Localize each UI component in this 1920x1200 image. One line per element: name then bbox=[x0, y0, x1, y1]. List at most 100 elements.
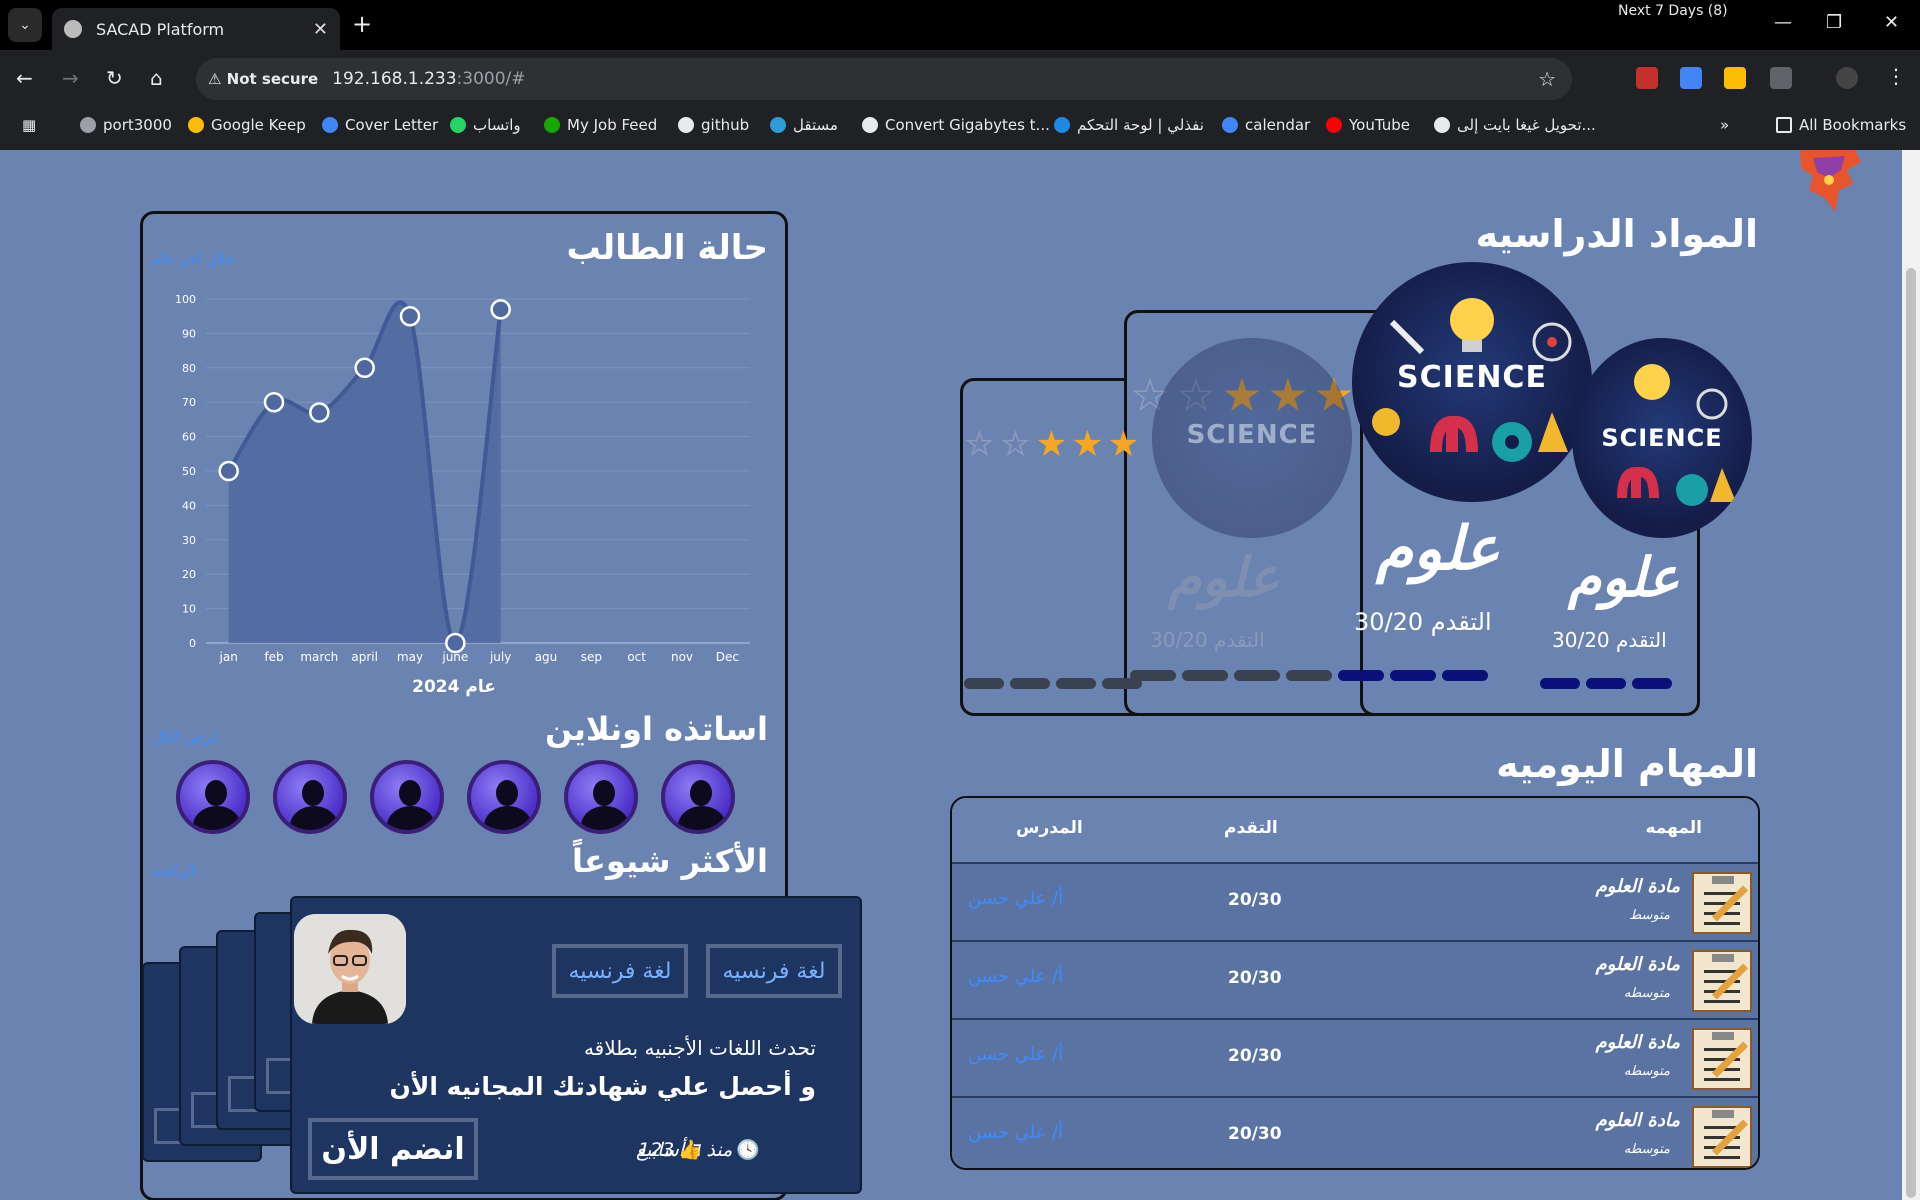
task-teacher-link[interactable]: أ/ علي حسن bbox=[968, 1044, 1063, 1065]
bookmark-item[interactable]: My Job Feed bbox=[544, 116, 657, 134]
trending-link[interactable]: الرائجه bbox=[152, 862, 195, 880]
teacher-avatar[interactable] bbox=[273, 760, 347, 834]
browser-menu-icon[interactable]: ⋮ bbox=[1886, 64, 1906, 88]
table-row[interactable]: مادة العلوم متوسط 20/30 أ/ علي حسن bbox=[952, 862, 1758, 940]
teacher-avatar[interactable] bbox=[176, 760, 250, 834]
tab-search-chevron-icon[interactable]: ⌄ bbox=[8, 8, 42, 42]
progress-segment bbox=[964, 678, 1004, 689]
student-progress-chart: 0 10 20 30 40 50 60 70 80 90 100 jan feb march april m… bbox=[175, 293, 750, 697]
task-level: متوسطه bbox=[1623, 1064, 1670, 1079]
view-all-link[interactable]: عرض الكل bbox=[152, 728, 221, 746]
task-teacher-link[interactable]: أ/ علي حسن bbox=[968, 966, 1063, 987]
back-arrow-icon[interactable]: ← bbox=[16, 66, 33, 90]
chart-data-point bbox=[309, 402, 330, 423]
bookmark-item[interactable]: واتساب bbox=[450, 116, 521, 134]
tag-button-1[interactable]: لغة فرنسيه bbox=[552, 944, 688, 998]
y-tick-label: 80 bbox=[182, 362, 196, 375]
x-tick-label: agu bbox=[535, 650, 558, 664]
browser-tab[interactable]: SACAD Platform ✕ bbox=[52, 8, 340, 50]
bookmark-star-icon[interactable]: ☆ bbox=[1538, 67, 1556, 91]
tab-favicon-icon bbox=[64, 20, 82, 38]
progress-segment bbox=[1286, 670, 1332, 681]
header-task: المهمه bbox=[1645, 818, 1702, 838]
subject-progress-back: التقدم 30/20 bbox=[1150, 628, 1265, 652]
progress-segment bbox=[1540, 678, 1580, 689]
bookmark-item[interactable]: Convert Gigabytes t... bbox=[862, 116, 1050, 134]
science-image-right: SCIENCE bbox=[1572, 338, 1752, 538]
new-tab-plus-icon[interactable]: + bbox=[352, 10, 372, 38]
chart-data-point bbox=[445, 632, 466, 654]
bookmark-item[interactable]: تحويل غيغا بايت إلى... bbox=[1434, 116, 1596, 134]
bookmark-item[interactable]: port3000 bbox=[80, 116, 172, 134]
tag-button-2[interactable]: لغة فرنسيه bbox=[706, 944, 842, 998]
flag-extension-icon[interactable] bbox=[1636, 67, 1658, 89]
chart-x-axis-label: عام 2024 bbox=[412, 677, 496, 697]
featured-course-card[interactable]: لغة فرنسيه لغة فرنسيه تحدث اللغات الأجنب… bbox=[290, 896, 862, 1194]
profile-avatar-icon[interactable] bbox=[1836, 67, 1858, 89]
course-likes[interactable]: 👍 123 bbox=[638, 1138, 702, 1162]
bookmark-item[interactable]: مستقل bbox=[770, 116, 838, 134]
popular-title: الأكثر شيوعاً bbox=[572, 842, 768, 880]
teacher-avatar[interactable] bbox=[564, 760, 638, 834]
address-bar[interactable]: ⚠ Not secure 192.168.1.233 :3000/# ☆ bbox=[196, 58, 1572, 100]
teacher-avatar[interactable] bbox=[661, 760, 735, 834]
table-header: المهمه التقدم المدرس bbox=[952, 798, 1758, 862]
progress-segment bbox=[1130, 670, 1176, 681]
reload-icon[interactable]: ↻ bbox=[106, 66, 123, 90]
bookmark-label: calendar bbox=[1245, 116, 1311, 134]
chart-data-point bbox=[218, 460, 239, 482]
table-row[interactable]: مادة العلوم متوسطه 20/30 أ/ علي حسن bbox=[952, 1096, 1758, 1168]
task-progress: 20/30 bbox=[1228, 1046, 1282, 1066]
translate-extension-icon[interactable] bbox=[1680, 67, 1702, 89]
bookmark-label: تحويل غيغا بايت إلى... bbox=[1457, 116, 1596, 134]
bookmark-label: مستقل bbox=[793, 116, 838, 134]
course-instructor-photo bbox=[294, 914, 406, 1024]
online-teachers-title: اساتذه اونلاين bbox=[545, 710, 768, 748]
task-title: مادة العلوم bbox=[1595, 954, 1680, 975]
period-link[interactable]: خلال اخر عام bbox=[152, 250, 235, 268]
extensions-puzzle-icon[interactable] bbox=[1770, 67, 1792, 89]
scrollbar-thumb[interactable] bbox=[1906, 268, 1916, 1198]
window-close-icon[interactable]: ✕ bbox=[1884, 12, 1899, 33]
bookmark-item[interactable]: نفذلي | لوحة التحكم bbox=[1054, 116, 1204, 134]
task-title: مادة العلوم bbox=[1595, 1110, 1680, 1131]
task-level: متوسط bbox=[1629, 908, 1670, 923]
bookmark-item[interactable]: github bbox=[678, 116, 749, 134]
forward-arrow-icon[interactable]: → bbox=[62, 66, 79, 90]
minimize-icon[interactable]: — bbox=[1774, 12, 1792, 33]
folder-icon bbox=[1776, 117, 1792, 133]
bookmark-label: Cover Letter bbox=[345, 116, 439, 134]
task-level: متوسطه bbox=[1623, 986, 1670, 1001]
y-tick-label: 100 bbox=[175, 293, 196, 306]
bookmark-item[interactable]: Cover Letter bbox=[322, 116, 438, 134]
task-teacher-link[interactable]: أ/ علي حسن bbox=[968, 1122, 1063, 1143]
subject-name-back: علوم bbox=[1168, 546, 1280, 609]
bookmarks-overflow-icon[interactable]: » bbox=[1720, 116, 1729, 134]
teacher-avatar[interactable] bbox=[370, 760, 444, 834]
task-progress: 20/30 bbox=[1228, 968, 1282, 988]
bookmark-item[interactable]: YouTube bbox=[1326, 116, 1410, 134]
rating-star-icon: ★ bbox=[1109, 427, 1137, 462]
bookmark-favicon-icon bbox=[1326, 117, 1342, 133]
bookmark-item[interactable]: Google Keep bbox=[188, 116, 306, 134]
x-tick-label: sep bbox=[581, 650, 602, 664]
bookmark-item[interactable]: calendar bbox=[1222, 116, 1310, 134]
not-secure-warning-icon[interactable]: ⚠ Not secure bbox=[208, 70, 318, 88]
restore-icon[interactable]: ❐ bbox=[1826, 12, 1842, 33]
task-teacher-link[interactable]: أ/ علي حسن bbox=[968, 888, 1063, 909]
tab-close-icon[interactable]: ✕ bbox=[313, 19, 328, 40]
apps-grid-icon[interactable]: ▦ bbox=[22, 116, 36, 134]
course-description: تحدث اللغات الأجنبيه بطلاقه bbox=[583, 1036, 816, 1060]
clock-icon: 🕓 bbox=[736, 1139, 760, 1161]
table-row[interactable]: مادة العلوم متوسطه 20/30 أ/ علي حسن bbox=[952, 940, 1758, 1018]
table-row[interactable]: مادة العلوم متوسطه 20/30 أ/ علي حسن bbox=[952, 1018, 1758, 1096]
join-now-button[interactable]: انضم الأن bbox=[308, 1118, 478, 1180]
chart-x-ticks: jan feb march april may june july agu sep oct nov D… bbox=[219, 650, 739, 664]
teacher-avatar[interactable] bbox=[467, 760, 541, 834]
home-icon[interactable]: ⌂ bbox=[150, 66, 163, 90]
x-tick-label: march bbox=[300, 650, 338, 664]
bookmark-label: My Job Feed bbox=[567, 116, 658, 134]
all-bookmarks[interactable]: All Bookmarks bbox=[1776, 116, 1906, 134]
bookmark-favicon-icon bbox=[322, 117, 338, 133]
keep-extension-icon[interactable] bbox=[1724, 67, 1746, 89]
